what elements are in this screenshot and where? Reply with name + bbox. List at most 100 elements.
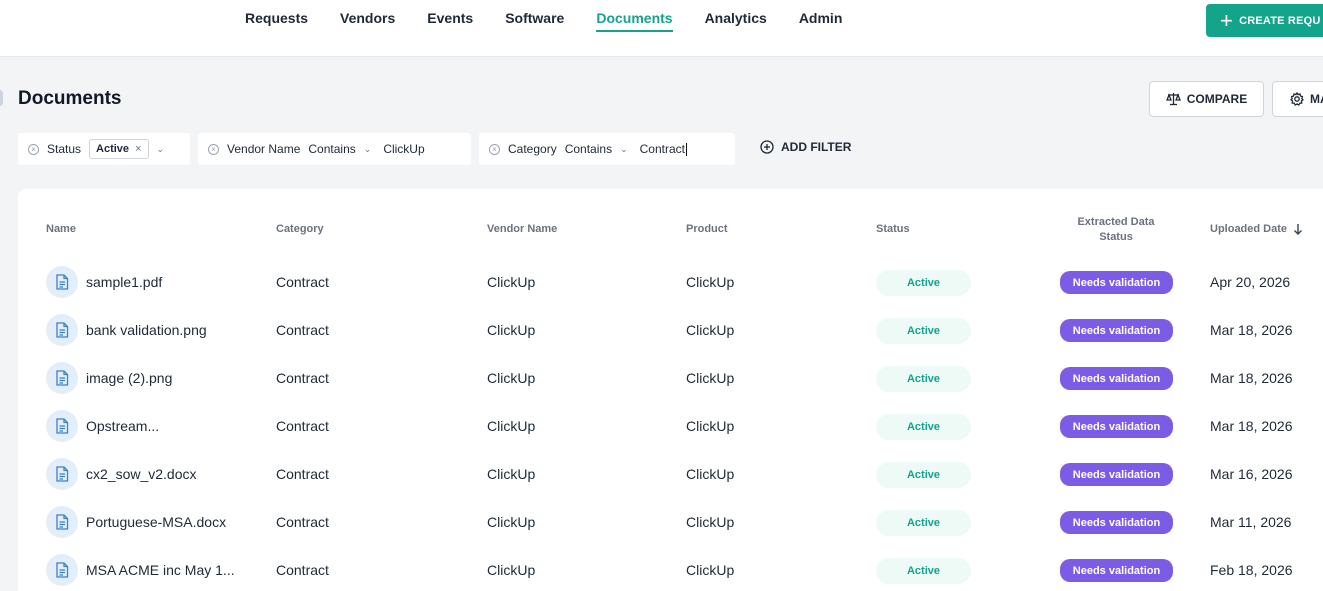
column-header-vendor-name[interactable]: Vendor Name — [487, 223, 557, 235]
nav-item-requests[interactable]: Requests — [245, 0, 308, 36]
category-filter-value: Contract — [639, 141, 685, 156]
manage-label: MA — [1310, 92, 1323, 106]
status-filter-label: Status — [47, 142, 82, 156]
category-filter-input[interactable]: Contract — [639, 141, 687, 157]
category-filter-operator[interactable]: Contains — [565, 142, 612, 156]
document-icon — [46, 266, 78, 298]
document-icon — [46, 554, 78, 586]
category-filter[interactable]: × Category Contains ⌄ Contract — [479, 133, 735, 165]
document-name[interactable]: image (2).png — [86, 370, 172, 386]
plus-circle-icon — [760, 140, 774, 154]
table-row[interactable]: Portuguese-MSA.docx Contract ClickUp ClickU… — [18, 498, 1323, 546]
create-request-button[interactable]: + CREATE REQU — [1206, 4, 1323, 37]
uploaded-date-header-label: Uploaded Date — [1210, 223, 1288, 235]
document-vendor: ClickUp — [487, 322, 536, 338]
table-row[interactable]: Opstream... Contract ClickUp ClickUp Active N… — [18, 402, 1323, 450]
remove-filter-icon[interactable]: × — [489, 143, 500, 155]
column-header-uploaded-date[interactable]: Uploaded Date — [1210, 223, 1303, 235]
table-row[interactable]: sample1.pdf Contract ClickUp ClickUp Active N… — [18, 258, 1323, 306]
extracted-status-badge: Needs validation — [1060, 415, 1173, 438]
status-badge: Active — [876, 414, 971, 440]
document-product: ClickUp — [686, 322, 735, 338]
uploaded-date: Mar 11, 2026 — [1210, 514, 1292, 530]
document-name[interactable]: cx2_sow_v2.docx — [86, 466, 197, 482]
document-vendor: ClickUp — [487, 562, 536, 578]
document-name[interactable]: Portuguese-MSA.docx — [86, 514, 226, 530]
table-row[interactable]: cx2_sow_v2.docx Contract ClickUp ClickUp Act… — [18, 450, 1323, 498]
extracted-header-line-1: Extracted Data — [1077, 216, 1155, 228]
page-title: Documents — [18, 88, 122, 109]
status-filter[interactable]: × Status Active × ⌄ — [18, 133, 190, 165]
status-badge: Active — [876, 558, 971, 584]
document-icon — [46, 506, 78, 538]
status-chip[interactable]: Active × — [89, 139, 149, 159]
status-badge: Active — [876, 510, 971, 536]
documents-table: Name Category Vendor Name Product Status… — [18, 189, 1323, 591]
nav-item-events[interactable]: Events — [427, 0, 473, 36]
nav-item-vendors[interactable]: Vendors — [340, 0, 395, 36]
table-row[interactable]: MSA ACME inc May 1... Contract ClickUp Clic… — [18, 546, 1323, 591]
column-header-name[interactable]: Name — [46, 223, 76, 235]
remove-filter-icon[interactable]: × — [28, 143, 39, 155]
nav-item-software[interactable]: Software — [505, 0, 564, 36]
chevron-down-icon[interactable]: ⌄ — [364, 144, 372, 155]
uploaded-date: Feb 18, 2026 — [1210, 562, 1293, 578]
column-header-extracted-data-status[interactable]: Extracted Data Status — [1066, 215, 1166, 245]
extracted-status-badge: Needs validation — [1060, 511, 1173, 534]
column-header-product[interactable]: Product — [686, 223, 728, 235]
table-row[interactable]: image (2).png Contract ClickUp ClickUp Activ… — [18, 354, 1323, 402]
document-product: ClickUp — [686, 370, 735, 386]
document-name[interactable]: MSA ACME inc May 1... — [86, 562, 235, 578]
document-vendor: ClickUp — [487, 466, 536, 482]
scale-icon — [1165, 93, 1181, 106]
column-header-category[interactable]: Category — [276, 223, 324, 235]
document-category: Contract — [276, 514, 329, 530]
document-product: ClickUp — [686, 466, 735, 482]
add-filter-button[interactable]: ADD FILTER — [760, 140, 851, 154]
document-category: Contract — [276, 322, 329, 338]
table-row[interactable]: bank validation.png Contract ClickUp ClickU… — [18, 306, 1323, 354]
nav-item-admin[interactable]: Admin — [799, 0, 843, 36]
plus-icon: + — [1220, 7, 1234, 33]
extracted-header-line-2: Status — [1099, 231, 1133, 243]
compare-label: COMPARE — [1186, 92, 1248, 106]
document-vendor: ClickUp — [487, 370, 536, 386]
uploaded-date: Mar 18, 2026 — [1210, 370, 1293, 386]
document-vendor: ClickUp — [487, 514, 536, 530]
status-chip-label: Active — [96, 143, 130, 155]
chevron-down-icon[interactable]: ⌄ — [620, 144, 628, 155]
category-filter-label: Category — [508, 142, 557, 156]
extracted-status-badge: Needs validation — [1060, 559, 1173, 582]
column-header-status[interactable]: Status — [876, 223, 910, 235]
document-name[interactable]: bank validation.png — [86, 322, 207, 338]
document-category: Contract — [276, 274, 329, 290]
uploaded-date: Apr 20, 2026 — [1210, 274, 1291, 290]
manage-button[interactable]: MA — [1272, 81, 1323, 117]
status-badge: Active — [876, 270, 971, 296]
document-name[interactable]: Opstream... — [86, 418, 159, 434]
create-request-label: CREATE REQU — [1239, 14, 1321, 27]
nav-item-documents[interactable]: Documents — [596, 0, 673, 36]
status-badge: Active — [876, 366, 971, 392]
uploaded-date: Mar 16, 2026 — [1210, 466, 1293, 482]
sidebar-toggle-handle[interactable] — [0, 90, 3, 106]
arrow-down-icon[interactable] — [1293, 223, 1303, 235]
extracted-status-badge: Needs validation — [1060, 367, 1173, 390]
top-navigation-bar: Requests Vendors Events Software Documen… — [0, 0, 1323, 57]
status-badge: Active — [876, 318, 971, 344]
document-vendor: ClickUp — [487, 418, 536, 434]
document-icon — [46, 314, 78, 346]
document-icon — [46, 458, 78, 490]
compare-button[interactable]: COMPARE — [1149, 81, 1264, 117]
main-nav: Requests Vendors Events Software Documen… — [245, 0, 874, 40]
vendor-filter-operator[interactable]: Contains — [308, 142, 355, 156]
document-name[interactable]: sample1.pdf — [86, 274, 162, 290]
extracted-status-badge: Needs validation — [1060, 319, 1173, 342]
vendor-name-filter[interactable]: × Vendor Name Contains ⌄ ClickUp — [198, 133, 471, 165]
extracted-status-badge: Needs validation — [1060, 271, 1173, 294]
vendor-filter-value[interactable]: ClickUp — [383, 142, 424, 156]
remove-filter-icon[interactable]: × — [208, 143, 219, 155]
chevron-down-icon[interactable]: ⌄ — [157, 144, 165, 155]
nav-item-analytics[interactable]: Analytics — [705, 0, 767, 36]
close-icon[interactable]: × — [135, 143, 141, 155]
